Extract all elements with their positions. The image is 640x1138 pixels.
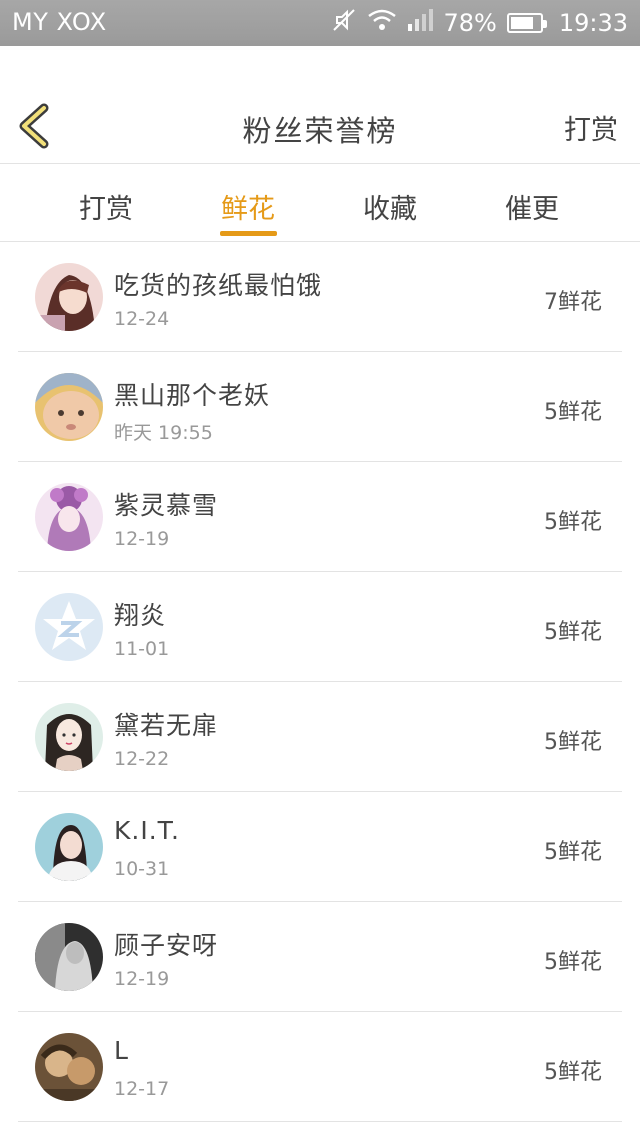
avatar [35, 923, 103, 991]
tab-favorites[interactable]: 收藏 [320, 187, 460, 226]
avatar [35, 1033, 103, 1101]
avatar [35, 263, 103, 331]
page-title: 粉丝荣誉榜 [242, 114, 398, 148]
fan-date: 12-19 [114, 968, 170, 990]
avatar [35, 813, 103, 881]
flower-count: 5鲜花 [544, 620, 602, 645]
status-bar: MY XOX 78% 19:33 [0, 0, 640, 46]
fan-date: 12-17 [114, 1078, 170, 1100]
flower-count: 5鲜花 [544, 510, 602, 535]
flower-count: 7鲜花 [544, 290, 602, 315]
flower-count: 5鲜花 [544, 840, 602, 865]
tab-bar: 打赏 鲜花 收藏 催更 [0, 165, 640, 242]
fan-date: 昨天 19:55 [114, 422, 213, 444]
list-item[interactable]: L 12-17 5鲜花 [18, 1012, 622, 1122]
fan-date: 11-01 [114, 638, 170, 660]
fan-name: L [114, 1036, 129, 1065]
list-item[interactable]: 紫灵慕雪 12-19 5鲜花 [18, 462, 622, 572]
list-item[interactable]: 翔炎 11-01 5鲜花 [18, 572, 622, 682]
fan-name: 翔炎 [114, 601, 167, 630]
battery-percent: 78% [443, 9, 497, 37]
avatar [35, 593, 103, 661]
list-item[interactable]: 顾子安呀 12-19 5鲜花 [18, 902, 622, 1012]
flower-count: 5鲜花 [544, 730, 602, 755]
wifi-icon [367, 8, 397, 38]
clock-time: 19:33 [558, 9, 628, 37]
fan-list: 吃货的孩纸最怕饿 12-24 7鲜花 黑山那个老妖 昨天 19:55 5鲜花 紫… [18, 242, 622, 1122]
list-item[interactable]: 吃货的孩纸最怕饿 12-24 7鲜花 [18, 242, 622, 352]
mute-icon [331, 7, 357, 39]
fan-name: 紫灵慕雪 [114, 491, 219, 520]
signal-icon [407, 9, 434, 37]
carrier-name: MY XOX [12, 8, 107, 36]
fan-date: 10-31 [114, 858, 170, 880]
fan-name: K.I.T. [114, 816, 180, 845]
fan-date: 12-22 [114, 748, 170, 770]
avatar [35, 483, 103, 551]
tab-urge-update[interactable]: 催更 [462, 187, 602, 226]
flower-count: 5鲜花 [544, 1060, 602, 1085]
active-tab-indicator [220, 231, 277, 236]
battery-icon [506, 13, 547, 33]
app-header: 粉丝荣誉榜 打赏 [0, 46, 640, 164]
list-item[interactable]: 黛若无扉 12-22 5鲜花 [18, 682, 622, 792]
fan-date: 12-19 [114, 528, 170, 550]
reward-button[interactable]: 打赏 [564, 108, 618, 147]
list-item[interactable]: 黑山那个老妖 昨天 19:55 5鲜花 [18, 352, 622, 462]
avatar [35, 373, 103, 441]
list-item[interactable]: K.I.T. 10-31 5鲜花 [18, 792, 622, 902]
flower-count: 5鲜花 [544, 400, 602, 425]
fan-name: 黛若无扉 [114, 711, 219, 740]
fan-name: 黑山那个老妖 [114, 381, 271, 410]
tab-flowers[interactable]: 鲜花 [178, 187, 318, 226]
status-icons: 78% 19:33 [331, 6, 628, 40]
avatar [35, 703, 103, 771]
flower-count: 5鲜花 [544, 950, 602, 975]
fan-name: 顾子安呀 [114, 931, 219, 960]
fan-name: 吃货的孩纸最怕饿 [114, 271, 323, 300]
tab-reward[interactable]: 打赏 [36, 187, 176, 226]
fan-date: 12-24 [114, 308, 170, 330]
